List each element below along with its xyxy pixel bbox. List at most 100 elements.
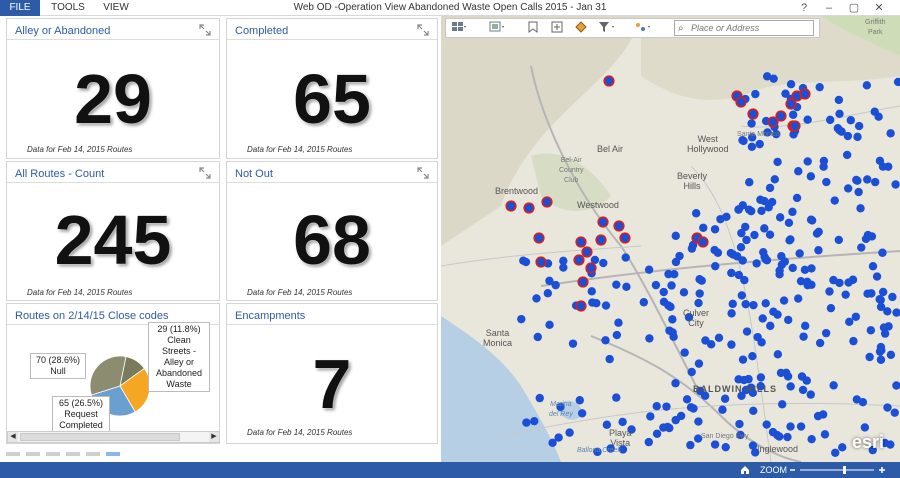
route-point[interactable] [768,427,778,437]
route-point[interactable] [852,395,862,404]
route-point[interactable] [532,294,541,303]
route-point[interactable] [756,373,766,382]
route-point[interactable] [686,403,696,412]
route-point-selected[interactable] [577,276,589,288]
route-point[interactable] [784,315,793,325]
expand-icon[interactable] [417,167,429,179]
route-point[interactable] [639,298,649,307]
route-point[interactable] [783,372,793,381]
route-point[interactable] [727,268,736,278]
route-point[interactable] [806,172,816,181]
route-point[interactable] [769,307,778,316]
route-point[interactable] [728,299,737,309]
route-point[interactable] [860,423,870,432]
route-point[interactable] [788,263,797,273]
route-point[interactable] [612,393,621,402]
route-point[interactable] [737,291,747,300]
expand-icon[interactable] [199,167,211,179]
route-point[interactable] [659,287,668,297]
route-point[interactable] [815,338,825,348]
route-point-selected[interactable] [575,300,587,312]
route-point[interactable] [888,292,897,302]
route-point[interactable] [664,269,673,279]
route-point[interactable] [878,248,887,257]
route-point[interactable] [865,352,874,362]
route-point[interactable] [786,235,795,244]
route-point[interactable] [680,348,689,357]
route-point[interactable] [517,314,526,324]
route-point[interactable] [735,419,744,429]
route-point[interactable] [679,288,689,297]
route-point[interactable] [875,295,884,304]
route-point[interactable] [749,300,758,310]
route-point[interactable] [548,438,557,448]
route-point[interactable] [892,381,900,390]
route-point[interactable] [890,408,899,417]
route-point[interactable] [545,276,554,286]
page-dot[interactable] [26,452,40,456]
route-point[interactable] [880,329,890,338]
route-point-selected[interactable] [789,120,801,132]
route-point[interactable] [788,110,798,119]
route-point[interactable] [779,296,789,305]
route-point[interactable] [671,379,680,388]
scroll-thumb[interactable] [20,433,180,441]
route-point[interactable] [739,375,749,385]
route-point[interactable] [695,289,704,298]
route-point[interactable] [734,270,744,280]
route-point[interactable] [738,355,748,364]
route-point[interactable] [803,115,812,124]
route-point[interactable] [711,261,720,271]
route-point[interactable] [871,177,880,187]
route-point[interactable] [713,248,723,257]
route-point[interactable] [792,193,802,203]
route-point[interactable] [886,129,895,138]
map-view[interactable]: Bel Air Bel-Air Country Club West Hollyw… [441,16,900,462]
route-point[interactable] [825,115,835,125]
route-point[interactable] [806,390,815,399]
route-point[interactable] [878,162,888,171]
route-point[interactable] [522,418,531,427]
route-point[interactable] [866,326,876,335]
search-input[interactable]: ⌕ Place or Address [674,20,814,36]
route-point[interactable] [741,299,750,309]
route-point[interactable] [891,180,900,189]
route-point[interactable] [862,81,872,90]
route-point[interactable] [829,275,838,285]
route-point[interactable] [762,420,771,429]
route-point[interactable] [769,74,778,83]
route-point[interactable] [806,215,816,224]
route-point[interactable] [852,175,861,185]
route-point[interactable] [803,277,812,287]
page-dot[interactable] [86,452,100,456]
page-dot[interactable] [46,452,60,456]
route-point[interactable] [766,321,775,331]
route-point[interactable] [686,440,695,450]
route-point[interactable] [659,297,669,307]
route-point[interactable] [750,230,759,240]
route-point[interactable] [835,109,844,118]
route-point[interactable] [815,82,824,92]
route-point[interactable] [800,265,810,274]
route-point[interactable] [587,287,596,296]
route-point[interactable] [755,139,764,149]
route-point[interactable] [568,339,578,348]
route-point[interactable] [851,312,861,321]
route-point[interactable] [776,368,786,378]
route-point[interactable] [687,367,696,377]
route-point[interactable] [605,354,614,364]
route-point[interactable] [543,289,553,298]
route-point[interactable] [833,124,843,133]
route-point[interactable] [742,235,751,245]
route-point[interactable] [720,394,730,403]
route-point-selected[interactable] [541,196,553,208]
route-point[interactable] [530,416,539,426]
route-point[interactable] [854,187,863,197]
route-point[interactable] [752,259,761,268]
route-point[interactable] [807,434,816,444]
route-point[interactable] [727,309,736,318]
route-point[interactable] [612,330,622,340]
layers-button[interactable] [486,21,508,37]
route-point[interactable] [592,299,601,308]
route-point[interactable] [621,253,630,262]
